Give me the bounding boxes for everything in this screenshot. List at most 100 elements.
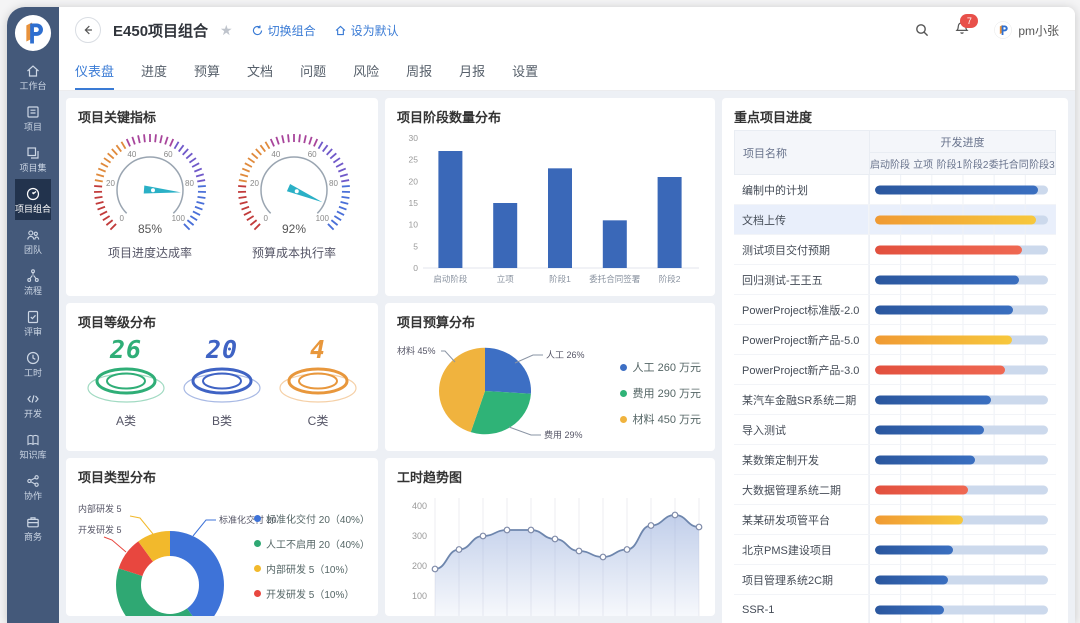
progress-fill [875,485,968,494]
progress-fill [875,515,963,524]
grade-ring-A类: 26 A类 [82,337,170,429]
sidebar-item-collab[interactable]: 协作 [15,466,51,507]
progress-track [875,575,1048,584]
project-name: 测试项目交付预期 [734,235,869,264]
code-icon [25,391,41,407]
legend-item: 人工不启用 20（40%） [254,536,370,551]
project-name: PowerProject新产品-5.0 [734,325,869,354]
tab-进度[interactable]: 进度 [141,53,167,90]
user-menu[interactable]: pm小张 [994,21,1059,39]
switch-portfolio-label: 切换组合 [268,22,316,39]
key-project-row[interactable]: PowerProject标准版-2.0 [734,295,1056,325]
progress-track [875,365,1048,374]
svg-text:20: 20 [106,179,115,188]
column-3: 重点项目进度 项目名称 开发进度 启动阶段立项阶段1阶段2委托合同阶段3 编制中… [722,98,1068,616]
ring-icon [82,363,170,409]
tab-月报[interactable]: 月报 [459,53,485,90]
key-project-row[interactable]: PowerProject新产品-3.0 [734,355,1056,385]
column-header-stage: 阶段1 [936,153,962,174]
favorite-star-icon[interactable]: ★ [220,22,233,39]
sidebar-item-project[interactable]: 项目 [15,97,51,138]
progress-fill [875,575,948,584]
tab-风险[interactable]: 风险 [353,53,379,90]
main-area: E450项目组合 ★ 切换组合 设为默认 7 [59,7,1075,623]
progress-fill [875,245,1022,254]
key-project-row[interactable]: 北京PMS建设项目 [734,535,1056,565]
legend-item: 人工 260 万元 [620,359,701,375]
progress-cell [869,325,1056,354]
progress-fill [875,365,1005,374]
legend-item: 费用 290 万元 [620,385,701,401]
pie-legend: 人工 260 万元费用 290 万元材料 450 万元 [620,359,703,427]
progress-fill [875,395,991,404]
search-button[interactable] [914,22,930,38]
svg-text:300: 300 [412,531,427,541]
tab-设置[interactable]: 设置 [512,53,538,90]
progress-track [875,185,1048,194]
sidebar-item-workbench[interactable]: 工作台 [15,56,51,97]
key-project-row[interactable]: 文档上传 [734,205,1056,235]
sidebar-item-dev[interactable]: 开发 [15,384,51,425]
sidebar-item-review[interactable]: 评审 [15,302,51,343]
sidebar-item-team[interactable]: 团队 [15,220,51,261]
tab-周报[interactable]: 周报 [406,53,432,90]
grade-count: 4 [310,337,326,363]
search-icon [914,22,930,38]
back-button[interactable] [75,17,101,43]
key-project-row[interactable]: SSR-1 [734,595,1056,623]
project-set-icon [25,145,41,161]
ring-icon [274,363,362,409]
sidebar-item-label: 开发 [24,409,42,419]
sidebar-item-knowledge[interactable]: 知识库 [15,425,51,466]
progress-track [875,245,1048,254]
key-project-row[interactable]: 大数据管理系统二期 [734,475,1056,505]
sidebar-item-label: 知识库 [19,450,46,460]
project-name: 文档上传 [734,205,869,234]
key-project-row[interactable]: 测试项目交付预期 [734,235,1056,265]
sidebar-item-label: 工时 [24,368,42,378]
grade-label: A类 [116,412,136,429]
notification-badge: 7 [960,14,978,28]
svg-text:80: 80 [185,179,194,188]
svg-text:阶段1: 阶段1 [549,274,571,284]
key-project-row[interactable]: 项目管理系统2C期 [734,565,1056,595]
set-default-label: 设为默认 [351,22,399,39]
sidebar-item-hours[interactable]: 工时 [15,343,51,384]
budget-pie-chart: 人工 26%费用 29%材料 45%人工 260 万元费用 290 万元材料 4… [397,335,703,451]
key-project-row[interactable]: 某某研发项管平台 [734,505,1056,535]
column-header-group: 开发进度 [870,131,1055,153]
tab-预算[interactable]: 预算 [194,53,220,90]
tab-问题[interactable]: 问题 [300,53,326,90]
key-project-row[interactable]: 编制中的计划 [734,175,1056,205]
gauge-icon [25,186,41,202]
progress-cell [869,445,1056,474]
card-title: 项目关键指标 [78,107,366,126]
key-project-row[interactable]: 某数策定制开发 [734,445,1056,475]
svg-text:20: 20 [409,176,419,186]
tab-文档[interactable]: 文档 [247,53,273,90]
notifications-button[interactable]: 7 [954,20,970,41]
svg-text:材料 45%: 材料 45% [397,345,436,356]
set-default-button[interactable]: 设为默认 [334,22,399,39]
tab-仪表盘[interactable]: 仪表盘 [75,53,114,90]
card-budget-distribution: 项目预算分布 人工 26%费用 29%材料 45%人工 260 万元费用 290… [385,303,715,451]
sidebar-item-process[interactable]: 流程 [15,261,51,302]
svg-text:0: 0 [119,214,124,223]
switch-portfolio-button[interactable]: 切换组合 [251,22,316,39]
svg-text:5: 5 [413,241,418,251]
card-key-projects: 重点项目进度 项目名称 开发进度 启动阶段立项阶段1阶段2委托合同阶段3 编制中… [722,98,1068,623]
sidebar-item-project-set[interactable]: 项目集 [15,138,51,179]
progress-cell [869,415,1056,444]
svg-text:0: 0 [263,214,268,223]
key-project-row[interactable]: 回归测试-王王五 [734,265,1056,295]
sidebar-item-portfolio[interactable]: 项目组合 [15,179,51,220]
progress-cell [869,565,1056,594]
review-icon [25,309,41,325]
key-project-row[interactable]: 导入测试 [734,415,1056,445]
app-logo[interactable] [14,14,52,52]
key-project-row[interactable]: PowerProject新产品-5.0 [734,325,1056,355]
key-project-row[interactable]: 某汽车金融SR系统二期 [734,385,1056,415]
svg-text:40: 40 [271,150,280,159]
svg-text:100: 100 [412,591,427,601]
sidebar-item-business[interactable]: 商务 [15,507,51,548]
